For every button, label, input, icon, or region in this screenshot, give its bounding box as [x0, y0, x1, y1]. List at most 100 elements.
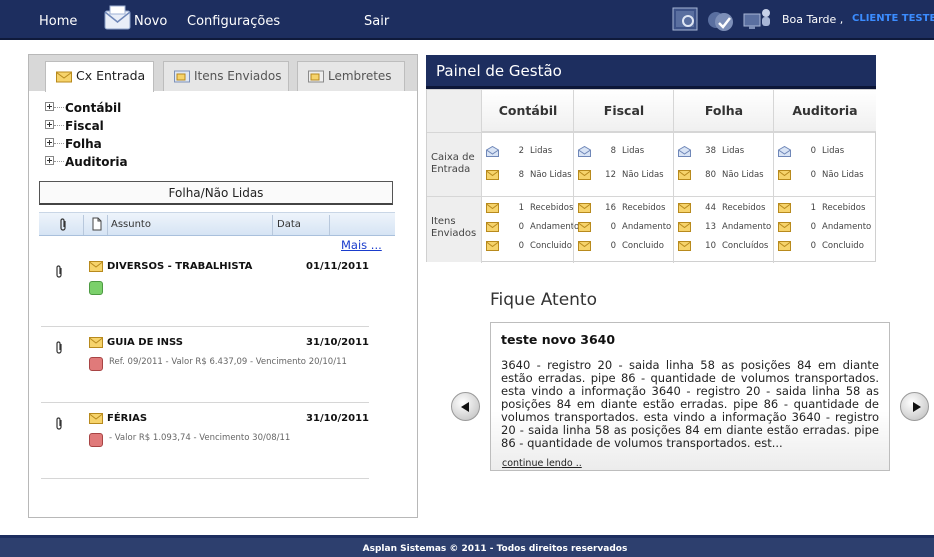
attachment-icon — [56, 417, 62, 430]
count-value: 10 — [705, 241, 716, 251]
continue-reading-link[interactable]: continue lendo .. — [502, 458, 582, 469]
lidas-count[interactable]: 38 Lidas — [678, 145, 772, 160]
tree-label: Folha — [65, 137, 102, 151]
nav-novo-link[interactable]: Novo — [134, 14, 167, 29]
count-value: 2 — [518, 146, 524, 156]
envelope-icon — [778, 222, 791, 235]
painel-column-header: Fiscal — [574, 90, 674, 132]
painel-title: Painel de Gestão — [426, 55, 876, 89]
news-title: teste novo 3640 — [501, 332, 616, 347]
nao-lidas-count[interactable]: 12 Não Lidas — [578, 170, 672, 183]
count-label: Andamento — [530, 222, 580, 232]
message-subject[interactable]: FÉRIAS — [107, 413, 147, 424]
message-detail: Ref. 09/2011 - Valor R$ 6.437,09 - Venci… — [109, 357, 347, 367]
envelope-icon — [778, 145, 791, 160]
tree-item-fiscal[interactable]: Fiscal — [45, 117, 128, 135]
count-value: 0 — [810, 170, 816, 180]
painel-column: Auditoria 0 Lidas 0 Não Lidas 1 Recebidos 0 Anda… — [773, 90, 876, 263]
col-data[interactable]: Data — [277, 219, 301, 230]
count-label: Andamento — [822, 222, 872, 232]
image-search-icon[interactable] — [672, 6, 698, 32]
recebidos-count[interactable]: 1 Recebidos — [486, 203, 574, 216]
nav-config-link[interactable]: Configurações — [187, 14, 280, 29]
envelope-icon — [678, 145, 691, 160]
message-row[interactable]: DIVERSOS - TRABALHISTA 01/11/2011 — [41, 251, 369, 327]
new-mail-icon[interactable] — [104, 5, 131, 31]
expand-icon[interactable] — [45, 156, 54, 165]
more-link[interactable]: Mais ... — [341, 238, 382, 252]
envelope-icon — [89, 261, 103, 272]
count-label: Não Lidas — [822, 170, 864, 180]
tab-cx-entrada[interactable]: Cx Entrada — [45, 61, 154, 92]
recebidos-count[interactable]: 44 Recebidos — [678, 203, 772, 216]
greeting-text: Boa Tarde , — [782, 13, 844, 26]
check-cloud-icon[interactable] — [705, 6, 735, 34]
count-value: 8 — [610, 146, 616, 156]
count-label: Concluido — [822, 241, 864, 251]
next-arrow-button[interactable] — [900, 392, 929, 421]
andamento-count[interactable]: 0 Andamento — [486, 222, 579, 235]
concluido-count[interactable]: 10 Concluídos — [678, 241, 772, 254]
attachment-icon — [60, 218, 66, 231]
count-label: Lidas — [622, 146, 645, 156]
tree-label: Auditoria — [65, 155, 128, 169]
row-label-itens: Itens Enviados — [427, 196, 481, 262]
lidas-count[interactable]: 2 Lidas — [486, 145, 572, 160]
management-panel: Caixa de Entrada Itens Enviados Contábil… — [426, 89, 876, 263]
envelope-icon — [578, 145, 591, 160]
col-assunto[interactable]: Assunto — [111, 219, 151, 230]
envelope-icon — [678, 203, 691, 216]
count-label: Lidas — [722, 146, 745, 156]
tree-item-auditoria[interactable]: Auditoria — [45, 153, 128, 171]
count-value: 0 — [810, 222, 816, 232]
message-subject[interactable]: GUIA DE INSS — [107, 337, 183, 348]
count-value: 0 — [810, 146, 816, 156]
footer: Asplan Sistemas © 2011 - Todos direitos … — [0, 535, 934, 557]
tab-label: Cx Entrada — [76, 68, 146, 83]
envelope-icon — [486, 170, 499, 183]
concluido-count[interactable]: 0 Concluido — [778, 241, 874, 254]
tree-item-contabil[interactable]: Contábil — [45, 99, 128, 117]
envelope-icon — [486, 145, 499, 160]
recebidos-count[interactable]: 16 Recebidos — [578, 203, 672, 216]
nao-lidas-count[interactable]: 80 Não Lidas — [678, 170, 772, 183]
lidas-count[interactable]: 8 Lidas — [578, 145, 672, 160]
tree-item-folha[interactable]: Folha — [45, 135, 128, 153]
envelope-icon — [89, 337, 103, 348]
painel-column: Fiscal 8 Lidas 12 Não Lidas 16 Recebidos 0 Andam… — [573, 90, 674, 263]
message-row[interactable]: GUIA DE INSS 31/10/2011 Ref. 09/2011 - V… — [41, 327, 369, 403]
tab-lembretes[interactable]: Lembretes — [297, 61, 405, 91]
andamento-count[interactable]: 13 Andamento — [678, 222, 772, 235]
message-row[interactable]: FÉRIAS 31/10/2011 - Valor R$ 1.093,74 - … — [41, 403, 369, 479]
lidas-count[interactable]: 0 Lidas — [778, 145, 874, 160]
tab-itens-enviados[interactable]: Itens Enviados — [163, 61, 289, 91]
concluido-count[interactable]: 0 Concluido — [486, 241, 572, 254]
count-value: 0 — [610, 222, 616, 232]
andamento-count[interactable]: 0 Andamento — [778, 222, 874, 235]
nav-sair-link[interactable]: Sair — [364, 14, 389, 29]
message-subject[interactable]: DIVERSOS - TRABALHISTA — [107, 261, 252, 272]
tree-label: Contábil — [65, 101, 122, 115]
news-card: teste novo 3640 3640 - registro 20 - sai… — [490, 322, 890, 471]
attachment-icon — [56, 265, 62, 278]
count-label: Recebidos — [530, 203, 574, 213]
count-label: Concluido — [530, 241, 572, 251]
prev-arrow-button[interactable] — [451, 392, 480, 421]
nav-home-link[interactable]: Home — [39, 14, 77, 29]
concluido-count[interactable]: 0 Concluido — [578, 241, 672, 254]
tab-label: Itens Enviados — [194, 69, 282, 83]
envelope-icon — [486, 203, 499, 216]
count-value: 12 — [605, 170, 616, 180]
painel-column: Folha 38 Lidas 80 Não Lidas 44 Recebidos 13 Anda… — [673, 90, 774, 263]
expand-icon[interactable] — [45, 102, 54, 111]
recebidos-count[interactable]: 1 Recebidos — [778, 203, 874, 216]
expand-icon[interactable] — [45, 120, 54, 129]
nao-lidas-count[interactable]: 8 Não Lidas — [486, 170, 572, 183]
client-name[interactable]: CLIENTE TESTE — [852, 13, 934, 24]
andamento-count[interactable]: 0 Andamento — [578, 222, 672, 235]
user-computer-icon[interactable] — [742, 6, 772, 34]
nao-lidas-count[interactable]: 0 Não Lidas — [778, 170, 874, 183]
inbox-folder-icon — [56, 71, 72, 83]
count-label: Lidas — [822, 146, 845, 156]
expand-icon[interactable] — [45, 138, 54, 147]
